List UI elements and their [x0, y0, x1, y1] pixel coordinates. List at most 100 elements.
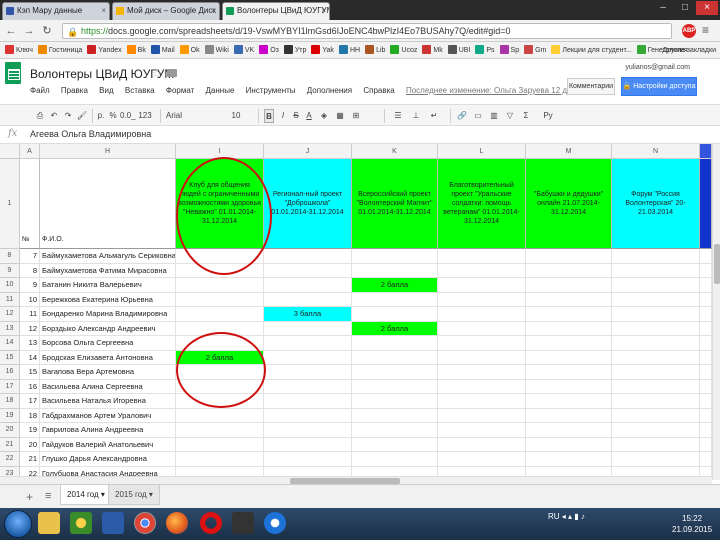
redo-icon[interactable]: ↷ — [62, 109, 74, 123]
close-tab-icon[interactable]: × — [321, 6, 326, 15]
name-cell[interactable]: Бондаренко Марина Владимировна — [40, 307, 176, 322]
bookmark-item[interactable]: Mk — [422, 42, 443, 58]
empty-cell[interactable] — [352, 452, 438, 467]
empty-cell[interactable] — [526, 437, 612, 452]
empty-cell[interactable] — [526, 350, 612, 365]
print-icon[interactable]: ⎙ — [34, 109, 46, 123]
undo-icon[interactable]: ↶ — [48, 109, 60, 123]
sheet-tab-2014[interactable]: 2014 год ▾ — [60, 485, 112, 505]
bookmark-item[interactable]: Wiki — [204, 42, 229, 58]
other-bookmarks[interactable]: Другие закладки — [662, 42, 716, 58]
windows-start-icon[interactable] — [4, 510, 32, 538]
empty-cell[interactable] — [264, 408, 352, 423]
language-indicator[interactable]: RU — [548, 512, 560, 521]
row-number-cell[interactable]: 11 — [20, 307, 40, 322]
bookmark-item[interactable]: Утр — [283, 42, 306, 58]
strikethrough-button[interactable]: S — [291, 109, 301, 123]
row-header[interactable]: 12 — [0, 307, 20, 322]
empty-cell[interactable] — [700, 379, 712, 394]
browser-tab-2[interactable]: Мой диск – Google Диск × — [112, 2, 220, 20]
empty-cell[interactable] — [438, 452, 526, 467]
row-header-1[interactable]: 1 — [0, 159, 20, 249]
row-header[interactable]: 11 — [0, 292, 20, 307]
empty-cell[interactable] — [612, 437, 700, 452]
word-icon[interactable] — [102, 512, 124, 534]
empty-cell[interactable] — [264, 437, 352, 452]
currency-format-button[interactable]: р. — [96, 109, 106, 123]
empty-cell[interactable] — [700, 336, 712, 351]
select-all-corner[interactable] — [0, 144, 20, 159]
back-icon[interactable]: ← — [4, 24, 18, 38]
merge-cells-icon[interactable]: ⊞ — [350, 109, 362, 123]
insert-link-icon[interactable]: 🔗 — [456, 109, 468, 123]
empty-cell[interactable] — [526, 263, 612, 278]
empty-cell[interactable] — [264, 350, 352, 365]
row-number-cell[interactable]: 14 — [20, 350, 40, 365]
empty-cell[interactable] — [438, 350, 526, 365]
italic-button[interactable]: I — [278, 109, 288, 123]
functions-button[interactable]: Σ — [520, 109, 532, 123]
empty-cell[interactable] — [438, 394, 526, 409]
column-header-l[interactable]: L — [438, 144, 526, 159]
empty-cell[interactable] — [438, 292, 526, 307]
row-number-cell[interactable]: 8 — [20, 263, 40, 278]
empty-cell[interactable] — [352, 336, 438, 351]
empty-cell[interactable] — [264, 423, 352, 438]
column-header-h[interactable]: H — [40, 144, 176, 159]
file-explorer-icon[interactable] — [38, 512, 60, 534]
star-icon[interactable]: ☆ — [152, 67, 162, 80]
name-cell[interactable]: Глушко Дарья Александровна — [40, 452, 176, 467]
name-cell[interactable]: Бродская Елизавета Антоновна — [40, 350, 176, 365]
align-left-icon[interactable]: ☰ — [392, 109, 404, 123]
empty-cell[interactable] — [612, 408, 700, 423]
empty-cell[interactable] — [700, 350, 712, 365]
empty-cell[interactable] — [612, 321, 700, 336]
empty-cell[interactable] — [612, 452, 700, 467]
browser-tab-1[interactable]: Кэп Мару данные × — [2, 2, 110, 20]
empty-cell[interactable] — [352, 423, 438, 438]
menu-data[interactable]: Данные — [206, 86, 235, 95]
bookmark-item[interactable]: Bk — [126, 42, 146, 58]
bookmark-item[interactable]: Ps — [475, 42, 495, 58]
column-header-o[interactable] — [700, 144, 712, 159]
decimal-format-button[interactable]: 0.0_ — [120, 109, 136, 123]
folder-icon[interactable] — [167, 69, 177, 77]
empty-cell[interactable] — [700, 321, 712, 336]
empty-cell[interactable] — [352, 307, 438, 322]
column-header-n[interactable]: N — [612, 144, 700, 159]
wrap-text-icon[interactable]: ↵ — [428, 109, 440, 123]
empty-cell[interactable] — [700, 307, 712, 322]
empty-cell[interactable] — [176, 437, 264, 452]
empty-cell[interactable] — [438, 408, 526, 423]
empty-cell[interactable] — [612, 365, 700, 380]
empty-cell[interactable] — [526, 379, 612, 394]
empty-cell[interactable] — [176, 278, 264, 293]
bookmark-item[interactable]: Ucoz — [390, 42, 417, 58]
header-cell-j[interactable]: Регионал-ный проект "Доброшкола" 01.01.2… — [264, 159, 352, 249]
score-cell[interactable]: 2 балла — [352, 278, 438, 293]
system-tray[interactable]: RU ◂ ▴ ▮ ♪ — [548, 512, 585, 521]
empty-cell[interactable] — [264, 292, 352, 307]
row-number-cell[interactable]: 15 — [20, 365, 40, 380]
empty-cell[interactable] — [176, 423, 264, 438]
name-cell[interactable]: Васильева Алина Сергеевна — [40, 379, 176, 394]
empty-cell[interactable] — [612, 350, 700, 365]
name-cell[interactable]: Вагапова Вера Артемовна — [40, 365, 176, 380]
row-number-cell[interactable]: 17 — [20, 394, 40, 409]
name-cell[interactable]: Гаврилова Алина Андреевна — [40, 423, 176, 438]
name-cell[interactable]: Баймухаметова Альмагуль Сериковна — [40, 249, 176, 264]
bookmark-item[interactable]: Yandex — [87, 42, 122, 58]
sheet-tab-2015[interactable]: 2015 год ▾ — [108, 485, 160, 505]
minimize-window-icon[interactable]: – — [652, 1, 674, 15]
bookmark-item[interactable]: Ok — [179, 42, 200, 58]
name-cell[interactable]: Васильева Наталья Игоревна — [40, 394, 176, 409]
empty-cell[interactable] — [526, 394, 612, 409]
empty-cell[interactable] — [700, 394, 712, 409]
empty-cell[interactable] — [526, 452, 612, 467]
empty-cell[interactable] — [352, 394, 438, 409]
insert-chart-icon[interactable]: ▥ — [488, 109, 500, 123]
row-header[interactable]: 16 — [0, 365, 20, 380]
row-header[interactable]: 17 — [0, 379, 20, 394]
row-number-cell[interactable]: 12 — [20, 321, 40, 336]
bookmark-item[interactable]: Mail — [150, 42, 175, 58]
